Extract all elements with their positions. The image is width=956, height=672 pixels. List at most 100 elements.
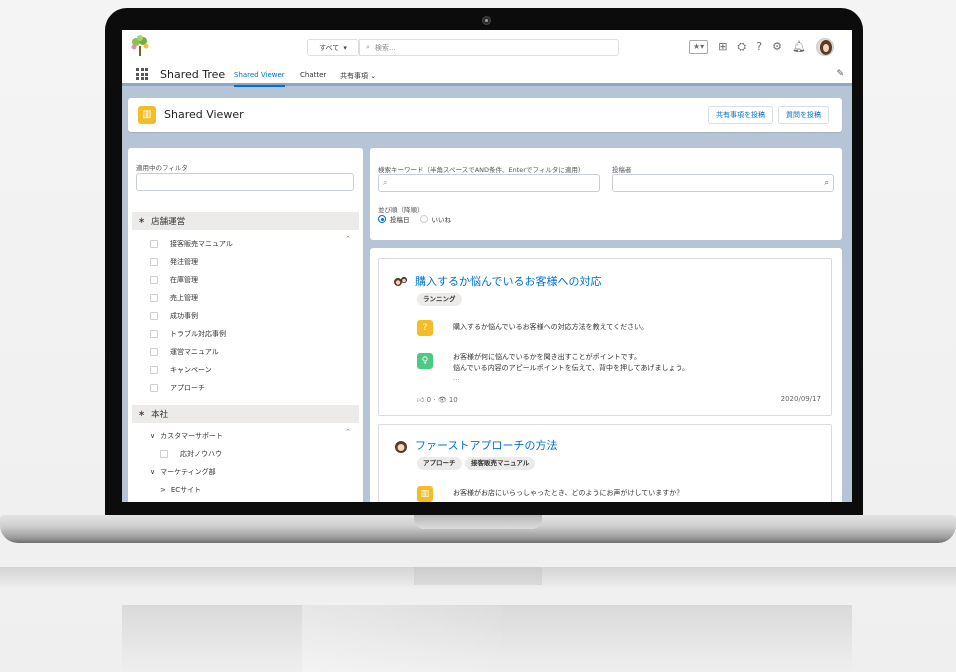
laptop-screen: すべて ▾ ⌕ 検索... ★▾ ⊞ ⛭ ? ⚙ 🔔︎ Shared Tree … <box>122 30 852 502</box>
poster-search-input[interactable]: ⌕ <box>612 174 834 192</box>
filter-item[interactable]: アプローチ <box>150 383 205 393</box>
post-title[interactable]: 購入するか悩んでいるお客様への対応 <box>415 273 601 289</box>
question-icon: ▥ <box>417 486 433 502</box>
global-header: すべて ▾ ⌕ 検索... ★▾ ⊞ ⛭ ? ⚙ 🔔︎ <box>122 30 852 64</box>
eye-icon: 👁︎ <box>437 396 447 404</box>
chevron-down-icon[interactable]: ∨ <box>150 432 155 440</box>
collapse-up-icon[interactable]: ⌃ <box>345 428 351 436</box>
tab-chatter[interactable]: Chatter <box>300 71 326 79</box>
search-scope-label: すべて <box>319 43 340 52</box>
help-icon[interactable]: ? <box>756 40 762 54</box>
checkbox[interactable] <box>150 330 158 338</box>
radio-button[interactable] <box>378 215 386 223</box>
question-text: お客様がお店にいらっしゃったとき、どのようにお声がけしていますか？ <box>453 489 684 497</box>
checkbox[interactable] <box>150 312 158 320</box>
filter-group-header[interactable]: ∗ 店舗運営 <box>132 212 359 230</box>
filter-item-label: 接客販売マニュアル <box>170 240 233 248</box>
collapse-up-icon[interactable]: ⌃ <box>345 235 351 243</box>
pencil-icon[interactable]: ✎ <box>836 69 844 79</box>
filter-item-label: アプローチ <box>170 384 205 392</box>
filter-group-name: 店舗運営 <box>151 217 186 227</box>
app-name: Shared Tree <box>160 68 226 81</box>
checkbox[interactable] <box>150 240 158 248</box>
filter-item[interactable]: キャンペーン <box>150 365 212 375</box>
search-scope-select[interactable]: すべて ▾ <box>307 39 359 56</box>
filter-item[interactable]: 運営マニュアル <box>150 347 219 357</box>
filter-item-label: 在庫管理 <box>170 276 198 284</box>
question-text: 購入するか悩んでいるお客様への対応方法を教えてください。 <box>453 323 649 331</box>
setup-gear-icon[interactable]: ⚙ <box>772 40 782 54</box>
active-filter-field[interactable] <box>136 173 354 191</box>
post-title[interactable]: ファーストアプローチの方法 <box>415 437 557 453</box>
post-question-button[interactable]: 質問を投稿 <box>778 106 829 124</box>
post-card[interactable]: ファーストアプローチの方法 アプローチ 接客販売マニュアル ▥ お客様がお店にい… <box>378 424 832 502</box>
search-icon: ⌕ <box>366 43 370 51</box>
tree-item[interactable]: ∨ カスタマーサポート <box>150 431 223 441</box>
tag-pill[interactable]: ランニング <box>417 293 462 306</box>
app-nav-bar: Shared Tree Shared Viewer Chatter 共有事項 ⌄… <box>122 64 852 87</box>
trailhead-icon[interactable]: ⛭ <box>737 40 746 54</box>
filter-item[interactable]: 接客販売マニュアル <box>150 239 233 249</box>
filter-item[interactable]: 応対ノウハウ <box>160 449 222 459</box>
like-count: 0 <box>426 396 432 404</box>
waffle-icon[interactable] <box>136 68 148 80</box>
filter-item[interactable]: 在庫管理 <box>150 275 198 285</box>
global-search-input[interactable]: ⌕ 検索... <box>359 39 619 56</box>
laptop-notch <box>414 515 542 529</box>
filter-group-header[interactable]: ∗ 本社 <box>132 405 359 423</box>
post-shared-item-button[interactable]: 共有事項を投稿 <box>708 106 773 124</box>
user-icon <box>395 441 407 453</box>
checkbox[interactable] <box>150 294 158 302</box>
checkbox[interactable] <box>150 384 158 392</box>
view-count: 10 <box>448 396 458 404</box>
thumbs-up-icon[interactable]: 👍︎ <box>417 396 424 404</box>
search-icon: ⌕ <box>383 178 388 187</box>
post-card[interactable]: 購入するか悩んでいるお客様への対応 ランニング ? 購入するか悩んでいるお客様へ… <box>378 258 832 416</box>
checkbox[interactable] <box>150 258 158 266</box>
tree-item-label: ECサイト <box>170 486 202 494</box>
add-icon[interactable]: ⊞ <box>718 40 727 54</box>
filter-item[interactable]: 売上管理 <box>150 293 198 303</box>
page-header: ▥ Shared Viewer 共有事項を投稿 質問を投稿 <box>128 98 842 132</box>
tab-shared-items[interactable]: 共有事項 ⌄ <box>340 71 376 81</box>
answer-line: 悩んでいる内容のアピールポイントを伝えて、背中を押してあげましょう。 <box>453 364 690 372</box>
radio-button[interactable] <box>419 215 428 223</box>
filter-item-label: 運営マニュアル <box>170 348 219 356</box>
post-feed: 購入するか悩んでいるお客様への対応 ランニング ? 購入するか悩んでいるお客様へ… <box>370 248 842 502</box>
camera-icon <box>482 16 491 25</box>
answer-line: ... <box>453 374 460 382</box>
tree-item-label: マーケティング部 <box>160 468 216 476</box>
tab-shared-items-label: 共有事項 <box>340 72 368 80</box>
filter-item[interactable]: 成功事例 <box>150 311 198 321</box>
tree-item[interactable]: > ECサイト <box>160 485 201 495</box>
checkbox[interactable] <box>150 276 158 284</box>
search-icon: ⌕ <box>824 178 829 187</box>
checkbox[interactable] <box>150 348 158 356</box>
avatar[interactable] <box>815 38 834 56</box>
answer-line: お客様が何に悩んでいるかを聞き出すことがポイントです。 <box>453 353 641 361</box>
tab-shared-viewer[interactable]: Shared Viewer <box>234 71 285 87</box>
tree-logo-icon[interactable] <box>130 35 150 57</box>
search-panel: 検索キーワード（半角スペースでAND条件、Enterでフィルタに適用） ⌕ 投稿… <box>370 148 842 240</box>
filter-item-label: 発注管理 <box>170 258 198 266</box>
tag-pill[interactable]: アプローチ <box>417 457 462 470</box>
filter-item-label: トラブル対応事例 <box>170 330 226 338</box>
sort-label: 並び順（降順） <box>378 206 424 214</box>
chevron-down-icon[interactable]: ∨ <box>150 468 155 476</box>
favorites-icon[interactable]: ★▾ <box>689 40 709 54</box>
checkbox[interactable] <box>150 366 158 374</box>
checkbox[interactable] <box>160 450 168 458</box>
post-stats: 👍︎ 0 · 👁︎ 10 <box>417 396 458 404</box>
filter-item[interactable]: トラブル対応事例 <box>150 329 226 339</box>
active-filter-label: 適用中のフィルタ <box>136 164 188 172</box>
sort-option-date[interactable]: 投稿日 いいね <box>378 214 451 224</box>
bell-icon[interactable]: 🔔︎ <box>792 40 806 54</box>
tree-item[interactable]: ∨ マーケティング部 <box>150 467 216 477</box>
filter-item[interactable]: 発注管理 <box>150 257 198 267</box>
keyword-search-input[interactable]: ⌕ <box>378 174 600 192</box>
page-icon: ▥ <box>138 106 156 124</box>
caret-down-icon: ▾ <box>343 43 347 52</box>
poster-label: 投稿者 <box>612 166 632 174</box>
chevron-right-icon[interactable]: > <box>160 486 166 494</box>
tag-pill[interactable]: 接客販売マニュアル <box>465 457 536 470</box>
